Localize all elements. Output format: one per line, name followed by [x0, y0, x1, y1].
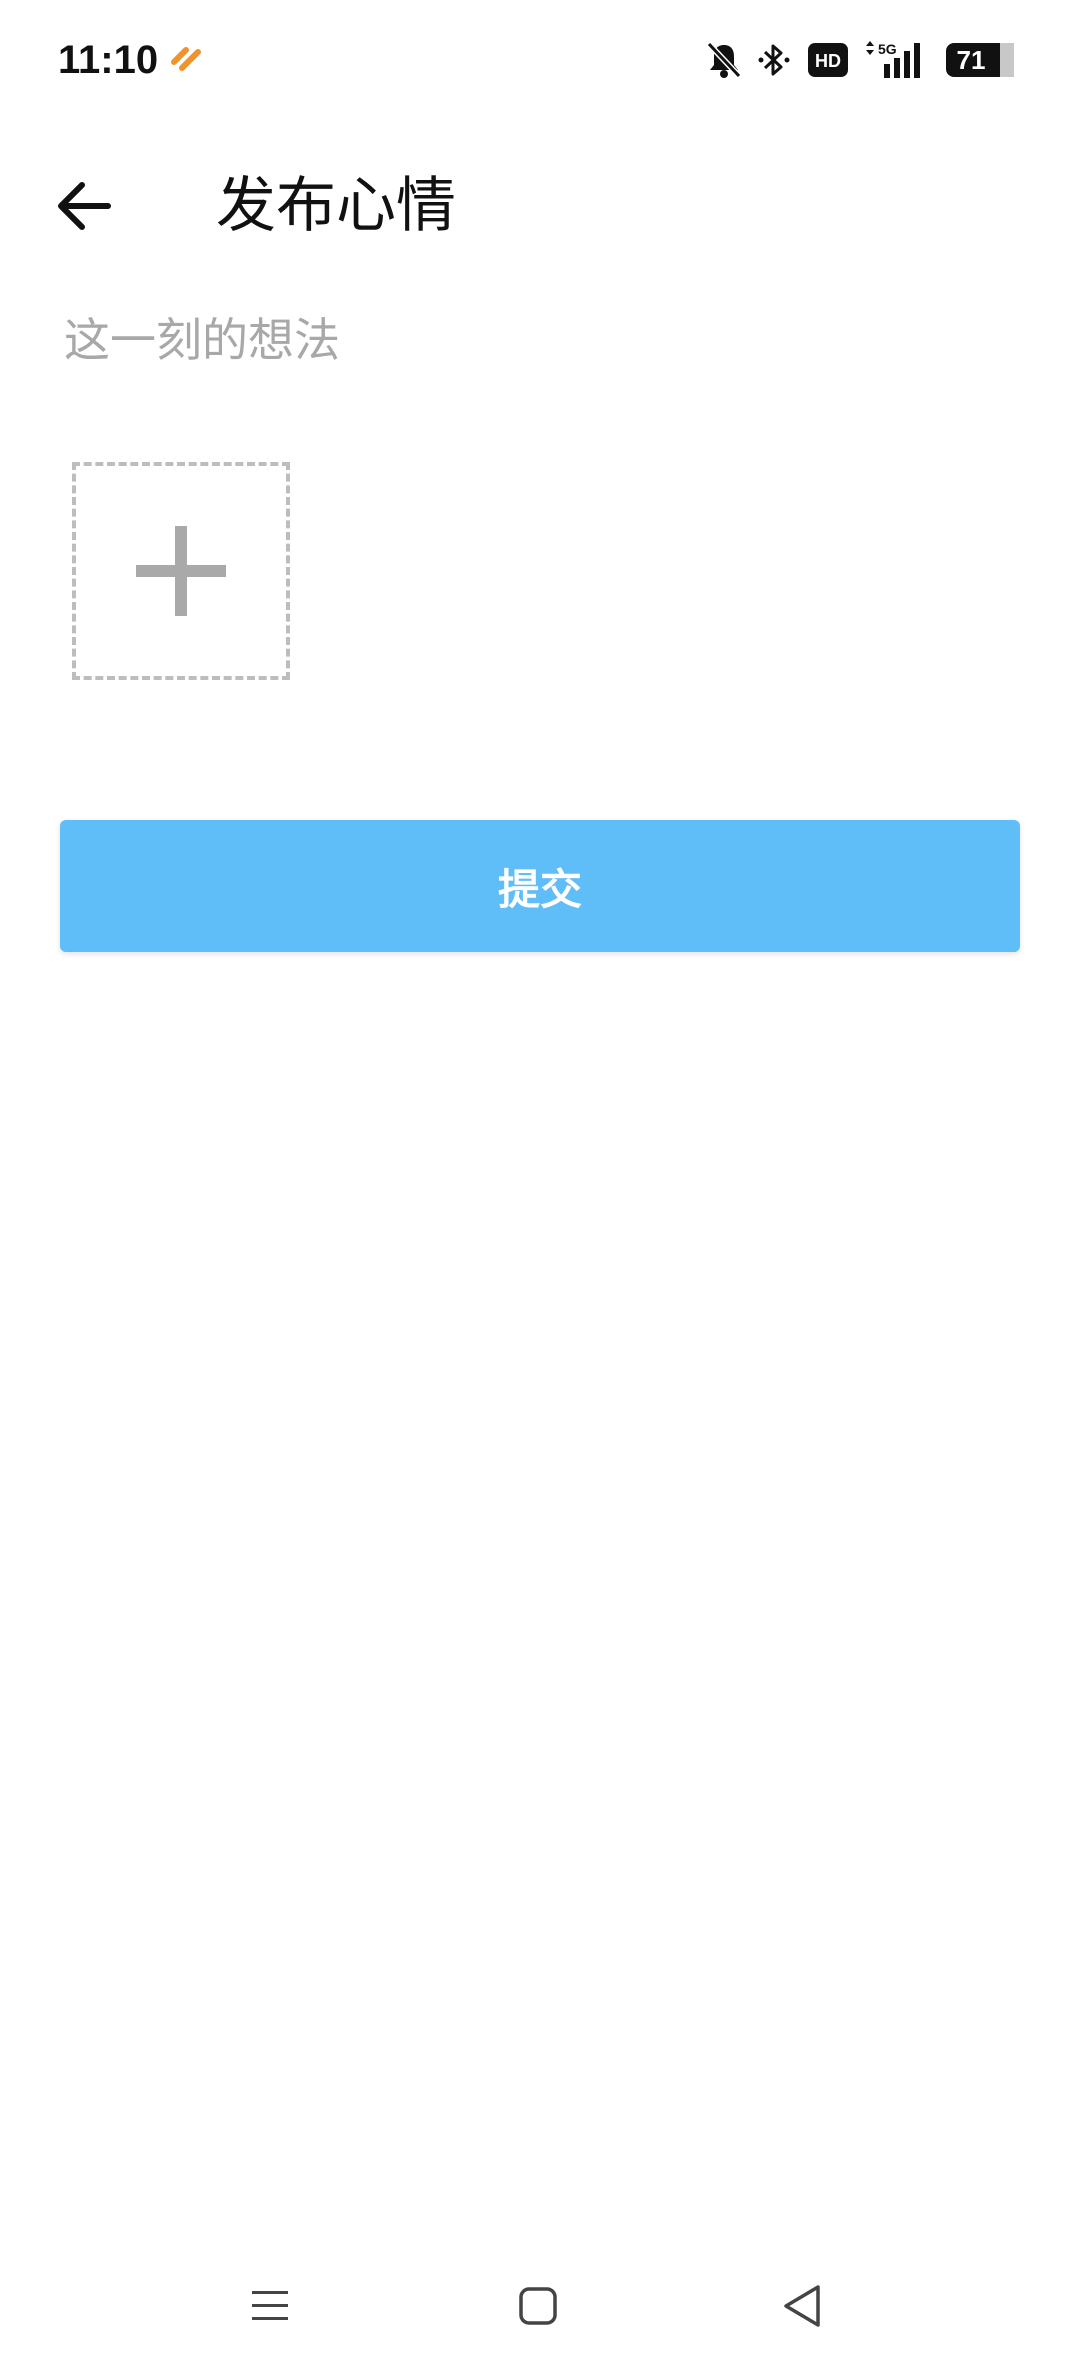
system-nav-bar	[0, 2246, 1080, 2376]
network-label: 5G	[878, 41, 897, 57]
submit-button-label: 提交	[497, 864, 582, 914]
home-icon	[519, 2287, 557, 2325]
mood-text-input[interactable]	[64, 300, 1014, 380]
submit-button[interactable]: 提交	[60, 820, 1020, 952]
hd-icon: HD	[808, 43, 848, 77]
add-photo-button[interactable]	[72, 462, 290, 680]
bell-off-icon	[706, 41, 742, 79]
battery-icon: 71	[946, 43, 1014, 77]
status-icons: HD 5G 71	[706, 36, 1014, 84]
page-title: 发布心情	[216, 171, 456, 241]
bluetooth-icon	[758, 44, 790, 76]
nav-back-button[interactable]	[762, 2266, 842, 2346]
menu-icon	[252, 2291, 288, 2320]
toolbar: 发布心情	[0, 150, 1080, 260]
hd-label: HD	[815, 51, 841, 71]
back-button[interactable]	[44, 166, 124, 246]
status-bar: 11:10 HD 5G 71	[0, 0, 1080, 120]
recent-apps-button[interactable]	[230, 2266, 310, 2346]
battery-level: 71	[956, 45, 986, 75]
5g-signal-icon: 5G	[866, 41, 920, 78]
arrow-left-icon	[58, 182, 111, 230]
plus-icon	[136, 526, 226, 616]
heart-link-icon	[171, 47, 201, 71]
back-triangle-icon	[784, 2285, 820, 2327]
home-button[interactable]	[498, 2266, 578, 2346]
status-time: 11:10	[58, 38, 159, 82]
